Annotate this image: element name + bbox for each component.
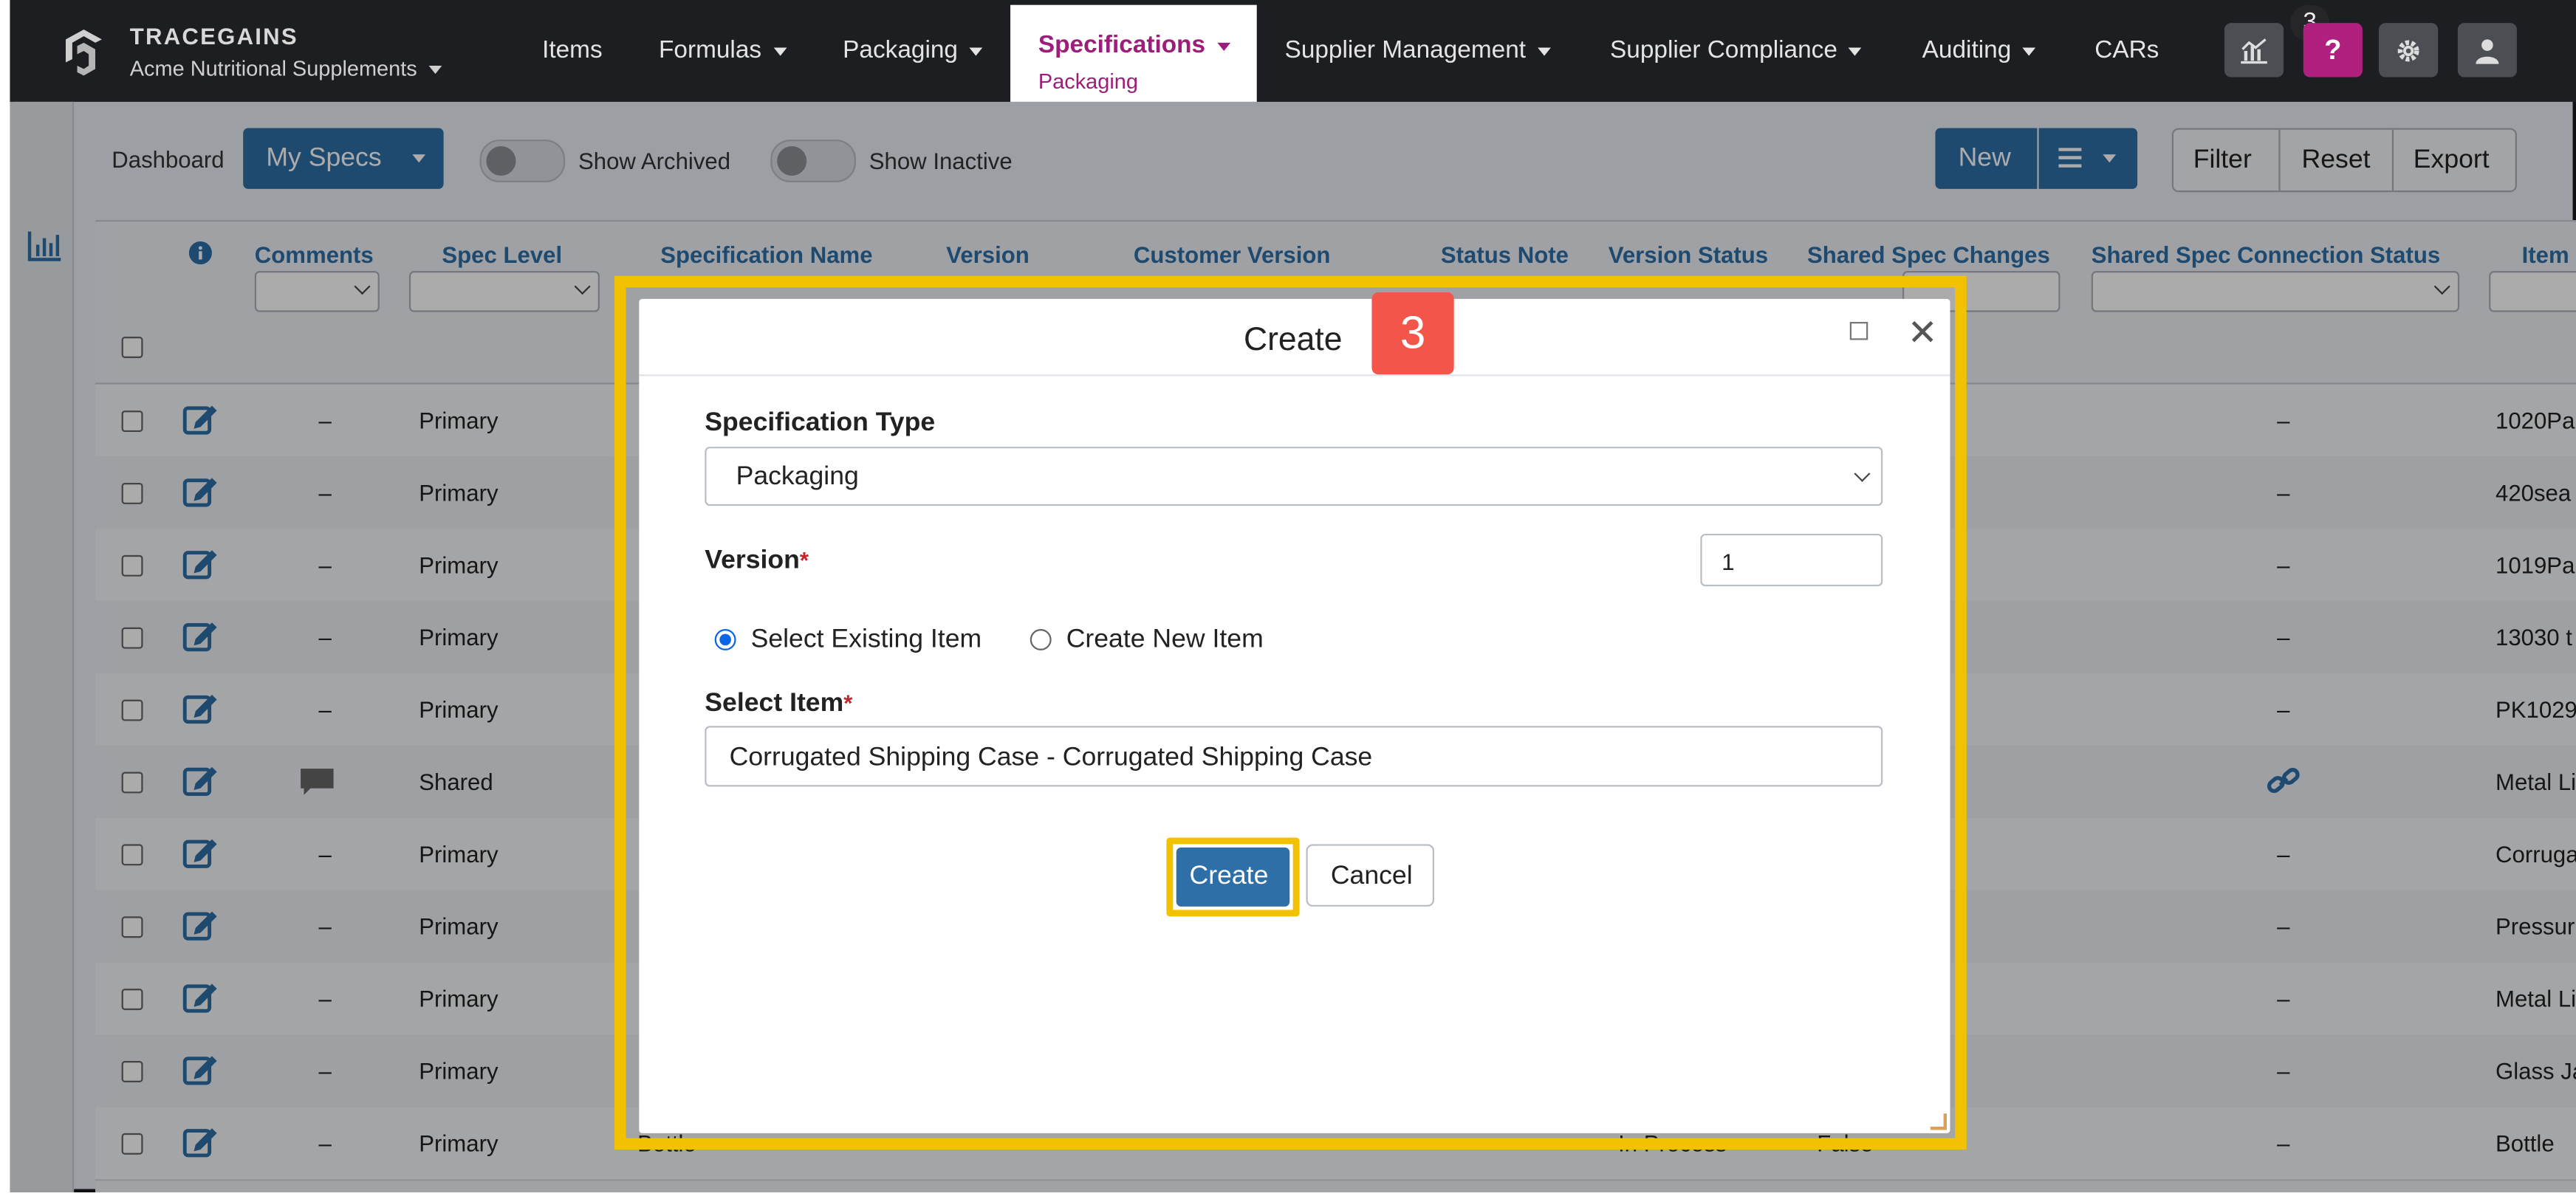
chevron-down-icon xyxy=(1537,47,1551,55)
create-new-item-radio[interactable] xyxy=(1030,628,1052,650)
maximize-icon[interactable] xyxy=(1849,322,1868,340)
nav-label: Formulas xyxy=(659,35,762,64)
required-asterisk: * xyxy=(843,690,853,716)
nav-packaging[interactable]: Packaging xyxy=(843,35,983,64)
create-label: Create xyxy=(1189,862,1269,890)
spec-type-value: Packaging xyxy=(736,463,859,492)
chart-icon xyxy=(2241,37,2267,63)
chevron-down-icon xyxy=(1854,465,1871,482)
nav-supplier-compliance[interactable]: Supplier Compliance xyxy=(1610,35,1863,64)
nav-label: Auditing xyxy=(1922,35,2012,64)
nav-label: Packaging xyxy=(843,35,959,64)
spec-type-label: Specification Type xyxy=(705,408,936,437)
org-name: Acme Nutritional Supplements xyxy=(129,55,417,81)
select-item-input[interactable]: Corrugated Shipping Case - Corrugated Sh… xyxy=(705,726,1883,787)
select-item-label: Select Item* xyxy=(705,690,852,719)
top-navbar: TRACEGAINS Acme Nutritional Supplements … xyxy=(10,0,2576,102)
nav-cars[interactable]: CARs xyxy=(2094,36,2159,64)
required-asterisk: * xyxy=(799,546,809,574)
chevron-down-icon xyxy=(1216,41,1230,50)
select-item-value: Corrugated Shipping Case - Corrugated Sh… xyxy=(729,743,1373,772)
resize-handle[interactable] xyxy=(1930,1113,1948,1130)
select-existing-item-radio[interactable] xyxy=(714,628,736,650)
org-switcher[interactable]: Acme Nutritional Supplements xyxy=(130,56,442,80)
cancel-button[interactable]: Cancel xyxy=(1306,844,1434,907)
analytics-button[interactable] xyxy=(2224,23,2284,78)
nav-formulas[interactable]: Formulas xyxy=(659,35,787,64)
create-spec-modal: Create 3 ✕ Specification Type Packaging … xyxy=(639,292,1950,1133)
settings-button[interactable] xyxy=(2379,23,2439,78)
user-icon xyxy=(2476,38,2499,63)
create-new-item-label[interactable]: Create New Item xyxy=(1066,626,1264,656)
version-label-text: Version xyxy=(705,546,800,575)
select-existing-item-label[interactable]: Select Existing Item xyxy=(751,626,982,656)
question-icon: ? xyxy=(2324,33,2342,65)
nav-label: Items xyxy=(542,35,603,64)
nav-label: Specifications xyxy=(1038,31,1206,60)
chevron-down-icon xyxy=(1849,47,1863,55)
create-button[interactable]: Create xyxy=(1176,847,1290,907)
nav-supplier-management[interactable]: Supplier Management xyxy=(1285,36,1551,64)
version-value: 1 xyxy=(1722,548,1735,575)
brand-name: TRACEGAINS xyxy=(129,23,298,49)
chevron-down-icon xyxy=(2022,47,2036,55)
version-input[interactable]: 1 xyxy=(1700,533,1883,587)
nav-auditing[interactable]: Auditing xyxy=(1922,36,2036,64)
chevron-down-icon xyxy=(773,47,787,55)
chevron-down-icon xyxy=(969,47,983,55)
help-button[interactable]: ? xyxy=(2303,23,2363,78)
gear-icon xyxy=(2397,39,2419,61)
user-menu-button[interactable] xyxy=(2457,23,2517,78)
nav-label: Supplier Compliance xyxy=(1610,35,1837,64)
step-badge: 3 xyxy=(1371,292,1454,375)
nav-sublabel: Packaging xyxy=(1038,69,1138,94)
close-icon[interactable]: ✕ xyxy=(1908,312,1938,355)
nav-specifications[interactable]: Specifications Packaging xyxy=(1010,4,1257,102)
tracegains-logo-icon xyxy=(65,30,102,76)
modal-title: Create xyxy=(1243,322,1343,358)
spec-type-select[interactable]: Packaging xyxy=(705,447,1883,506)
app-window: TRACEGAINS Acme Nutritional Supplements … xyxy=(10,0,2576,1192)
nav-label: CARs xyxy=(2094,35,2159,64)
cancel-label: Cancel xyxy=(1330,862,1413,890)
chevron-down-icon xyxy=(428,66,442,75)
nav-items[interactable]: Items xyxy=(542,36,603,64)
version-label: Version* xyxy=(705,547,809,577)
select-item-label-text: Select Item xyxy=(705,690,844,718)
nav-label: Supplier Management xyxy=(1284,35,1527,64)
modal-header: Create 3 ✕ xyxy=(639,292,1950,377)
